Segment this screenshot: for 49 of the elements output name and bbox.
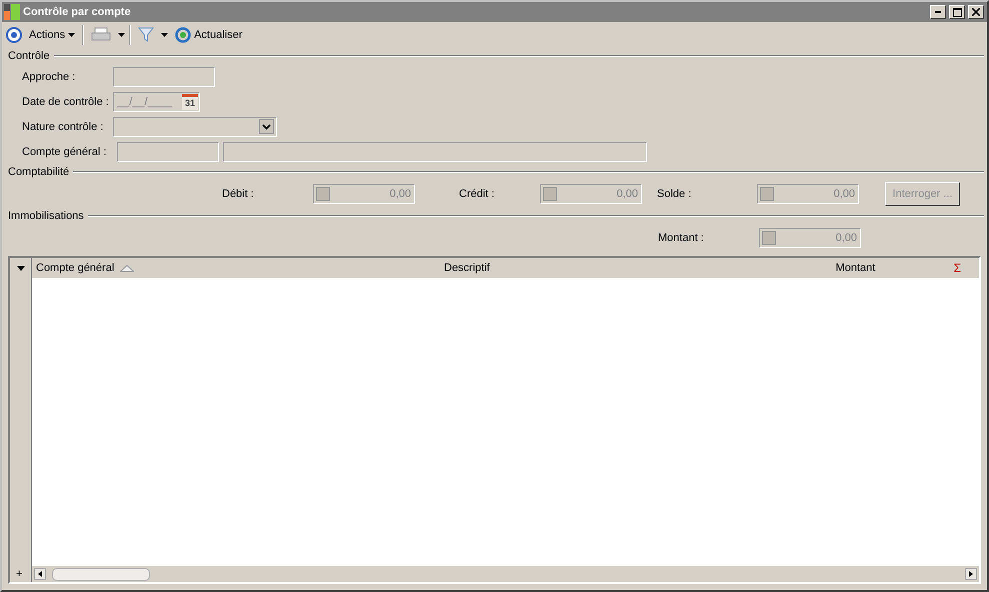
- minimize-icon: [935, 11, 941, 13]
- chevron-down-icon: [262, 124, 271, 130]
- close-button[interactable]: [968, 5, 984, 19]
- triangle-icon: [37, 571, 43, 577]
- maximize-icon: [952, 8, 962, 16]
- caret-icon: [68, 33, 76, 37]
- app-icon: [4, 4, 20, 20]
- section-title: Comptabilité: [8, 166, 70, 178]
- printer-icon: [91, 27, 112, 43]
- field-label: Nature contrôle :: [22, 120, 104, 132]
- field-label: Compte général :: [22, 146, 108, 158]
- amount-label: Montant :: [658, 232, 705, 244]
- column-header[interactable]: Compte général: [32, 258, 440, 278]
- calculator-button[interactable]: [762, 231, 776, 245]
- scroll-right-button[interactable]: [965, 568, 977, 580]
- amount-label: Solde :: [657, 188, 692, 200]
- filter-icon: [138, 27, 154, 43]
- field-label: Approche :: [22, 70, 76, 82]
- refresh-icon: [175, 27, 192, 43]
- actions-menu[interactable]: Actions: [26, 27, 78, 43]
- sum-icon[interactable]: Σ: [950, 261, 979, 275]
- section-title: Contrôle: [8, 50, 50, 62]
- window-title: Contrôle par compte: [23, 6, 132, 18]
- sort-icon: [120, 264, 134, 272]
- calculator-button[interactable]: [543, 187, 557, 201]
- caret-icon: [161, 33, 168, 37]
- column-menu-button[interactable]: [10, 258, 32, 278]
- calculator-button[interactable]: [316, 187, 330, 201]
- calculator-button[interactable]: [760, 187, 774, 201]
- section-title: Immobilisations: [8, 210, 84, 222]
- maximize-button[interactable]: [949, 5, 965, 19]
- amount-label: Débit :: [222, 188, 255, 200]
- column-header[interactable]: Descriptif: [440, 258, 832, 278]
- caret-icon: [16, 266, 24, 270]
- add-button[interactable]: +: [10, 566, 32, 582]
- close-icon: [972, 8, 980, 16]
- caret-icon: [118, 33, 126, 37]
- field-label: Date de contrôle :: [22, 96, 110, 108]
- scroll-left-button[interactable]: [34, 568, 46, 580]
- amount-label: Crédit :: [459, 188, 496, 200]
- dropdown-button[interactable]: [259, 119, 274, 134]
- minimize-button[interactable]: [930, 5, 946, 19]
- horizontal-scrollbar[interactable]: [32, 566, 979, 582]
- triangle-icon: [968, 571, 974, 577]
- target-icon[interactable]: [6, 27, 22, 43]
- refresh-button[interactable]: Actualiser: [172, 25, 246, 45]
- calendar-button[interactable]: 31: [182, 94, 198, 110]
- scroll-thumb[interactable]: [52, 568, 150, 580]
- column-header[interactable]: Montant: [832, 258, 950, 278]
